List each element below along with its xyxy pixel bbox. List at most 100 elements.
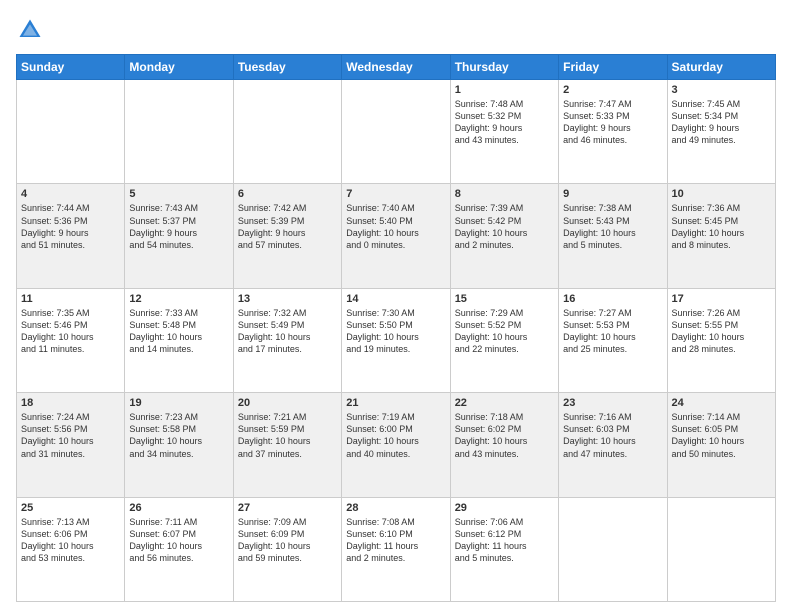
- day-info: Sunrise: 7:19 AM Sunset: 6:00 PM Dayligh…: [346, 411, 445, 460]
- day-info: Sunrise: 7:27 AM Sunset: 5:53 PM Dayligh…: [563, 307, 662, 356]
- day-info: Sunrise: 7:33 AM Sunset: 5:48 PM Dayligh…: [129, 307, 228, 356]
- header-row: SundayMondayTuesdayWednesdayThursdayFrid…: [17, 55, 776, 80]
- day-number: 6: [238, 188, 337, 200]
- calendar-cell: 26Sunrise: 7:11 AM Sunset: 6:07 PM Dayli…: [125, 497, 233, 601]
- day-number: 19: [129, 397, 228, 409]
- day-info: Sunrise: 7:23 AM Sunset: 5:58 PM Dayligh…: [129, 411, 228, 460]
- calendar-cell: 21 Sunrise: 7:19 AM Sunset: 6:00 PM Dayli…: [342, 393, 450, 497]
- week-row-0: 1 Sunrise: 7:48 AM Sunset: 5:32 PM Daylig…: [17, 80, 776, 184]
- logo: [16, 16, 48, 44]
- day-number: 23: [563, 397, 662, 409]
- week-row-1: 4 Sunrise: 7:44 AM Sunset: 5:36 PM Daylig…: [17, 184, 776, 288]
- page: SundayMondayTuesdayWednesdayThursdayFrid…: [0, 0, 792, 612]
- day-number: 22: [455, 397, 554, 409]
- day-info: Sunrise: 7:32 AM Sunset: 5:49 PM Dayligh…: [238, 307, 337, 356]
- day-info: Sunrise: 7:36 AM Sunset: 5:45 PM Dayligh…: [672, 202, 771, 251]
- calendar-cell: [17, 80, 125, 184]
- day-info: Sunrise: 7:13 AM Sunset: 6:06 PM Dayligh…: [21, 516, 120, 565]
- calendar-table: SundayMondayTuesdayWednesdayThursdayFrid…: [16, 54, 776, 602]
- day-info: Sunrise: 7:40 AM Sunset: 5:40 PM Dayligh…: [346, 202, 445, 251]
- week-row-3: 18 Sunrise: 7:24 AM Sunset: 5:56 PM Dayli…: [17, 393, 776, 497]
- calendar-cell: 14 Sunrise: 7:30 AM Sunset: 5:50 PM Dayli…: [342, 288, 450, 392]
- calendar-cell: 7 Sunrise: 7:40 AM Sunset: 5:40 PM Daylig…: [342, 184, 450, 288]
- calendar-cell: 8 Sunrise: 7:39 AM Sunset: 5:42 PM Daylig…: [450, 184, 558, 288]
- day-number: 15: [455, 293, 554, 305]
- header: [16, 16, 776, 44]
- day-number: 28: [346, 502, 445, 514]
- day-number: 21: [346, 397, 445, 409]
- calendar-cell: 29Sunrise: 7:06 AM Sunset: 6:12 PM Dayli…: [450, 497, 558, 601]
- day-info: Sunrise: 7:47 AM Sunset: 5:33 PM Dayligh…: [563, 98, 662, 147]
- day-info: Sunrise: 7:24 AM Sunset: 5:56 PM Dayligh…: [21, 411, 120, 460]
- day-info: Sunrise: 7:44 AM Sunset: 5:36 PM Dayligh…: [21, 202, 120, 251]
- day-info: Sunrise: 7:39 AM Sunset: 5:42 PM Dayligh…: [455, 202, 554, 251]
- day-number: 26: [129, 502, 228, 514]
- calendar-cell: [233, 80, 341, 184]
- calendar-cell: [125, 80, 233, 184]
- day-info: Sunrise: 7:48 AM Sunset: 5:32 PM Dayligh…: [455, 98, 554, 147]
- calendar-cell: 28 Sunrise: 7:08 AM Sunset: 6:10 PM Dayli…: [342, 497, 450, 601]
- calendar-cell: 1 Sunrise: 7:48 AM Sunset: 5:32 PM Daylig…: [450, 80, 558, 184]
- week-row-2: 11 Sunrise: 7:35 AM Sunset: 5:46 PM Dayli…: [17, 288, 776, 392]
- calendar-cell: 6Sunrise: 7:42 AM Sunset: 5:39 PM Daylig…: [233, 184, 341, 288]
- calendar-cell: [342, 80, 450, 184]
- calendar-cell: 19 Sunrise: 7:23 AM Sunset: 5:58 PM Dayli…: [125, 393, 233, 497]
- day-number: 2: [563, 84, 662, 96]
- day-number: 1: [455, 84, 554, 96]
- calendar-cell: 22Sunrise: 7:18 AM Sunset: 6:02 PM Dayli…: [450, 393, 558, 497]
- day-info: Sunrise: 7:14 AM Sunset: 6:05 PM Dayligh…: [672, 411, 771, 460]
- day-header-thursday: Thursday: [450, 55, 558, 80]
- day-info: Sunrise: 7:21 AM Sunset: 5:59 PM Dayligh…: [238, 411, 337, 460]
- day-number: 10: [672, 188, 771, 200]
- day-info: Sunrise: 7:30 AM Sunset: 5:50 PM Dayligh…: [346, 307, 445, 356]
- day-number: 20: [238, 397, 337, 409]
- day-number: 7: [346, 188, 445, 200]
- day-info: Sunrise: 7:38 AM Sunset: 5:43 PM Dayligh…: [563, 202, 662, 251]
- day-number: 4: [21, 188, 120, 200]
- day-info: Sunrise: 7:16 AM Sunset: 6:03 PM Dayligh…: [563, 411, 662, 460]
- day-info: Sunrise: 7:45 AM Sunset: 5:34 PM Dayligh…: [672, 98, 771, 147]
- day-number: 16: [563, 293, 662, 305]
- calendar-cell: 9 Sunrise: 7:38 AM Sunset: 5:43 PM Daylig…: [559, 184, 667, 288]
- calendar-cell: 24Sunrise: 7:14 AM Sunset: 6:05 PM Dayli…: [667, 393, 775, 497]
- calendar-cell: 17Sunrise: 7:26 AM Sunset: 5:55 PM Dayli…: [667, 288, 775, 392]
- calendar-cell: 15 Sunrise: 7:29 AM Sunset: 5:52 PM Dayli…: [450, 288, 558, 392]
- day-info: Sunrise: 7:29 AM Sunset: 5:52 PM Dayligh…: [455, 307, 554, 356]
- day-header-saturday: Saturday: [667, 55, 775, 80]
- calendar-cell: 27Sunrise: 7:09 AM Sunset: 6:09 PM Dayli…: [233, 497, 341, 601]
- calendar-cell: 3Sunrise: 7:45 AM Sunset: 5:34 PM Daylig…: [667, 80, 775, 184]
- day-number: 29: [455, 502, 554, 514]
- day-header-monday: Monday: [125, 55, 233, 80]
- day-header-friday: Friday: [559, 55, 667, 80]
- calendar-cell: 16 Sunrise: 7:27 AM Sunset: 5:53 PM Dayli…: [559, 288, 667, 392]
- day-info: Sunrise: 7:35 AM Sunset: 5:46 PM Dayligh…: [21, 307, 120, 356]
- week-row-4: 25Sunrise: 7:13 AM Sunset: 6:06 PM Dayli…: [17, 497, 776, 601]
- day-number: 8: [455, 188, 554, 200]
- day-header-sunday: Sunday: [17, 55, 125, 80]
- day-number: 9: [563, 188, 662, 200]
- day-header-wednesday: Wednesday: [342, 55, 450, 80]
- calendar-cell: [559, 497, 667, 601]
- calendar-cell: 20 Sunrise: 7:21 AM Sunset: 5:59 PM Dayli…: [233, 393, 341, 497]
- calendar-cell: 5 Sunrise: 7:43 AM Sunset: 5:37 PM Daylig…: [125, 184, 233, 288]
- calendar-cell: 25Sunrise: 7:13 AM Sunset: 6:06 PM Dayli…: [17, 497, 125, 601]
- calendar-cell: 11 Sunrise: 7:35 AM Sunset: 5:46 PM Dayli…: [17, 288, 125, 392]
- day-info: Sunrise: 7:08 AM Sunset: 6:10 PM Dayligh…: [346, 516, 445, 565]
- day-header-tuesday: Tuesday: [233, 55, 341, 80]
- day-number: 13: [238, 293, 337, 305]
- day-number: 11: [21, 293, 120, 305]
- day-number: 14: [346, 293, 445, 305]
- calendar-cell: 2 Sunrise: 7:47 AM Sunset: 5:33 PM Daylig…: [559, 80, 667, 184]
- calendar-cell: 10 Sunrise: 7:36 AM Sunset: 5:45 PM Dayli…: [667, 184, 775, 288]
- day-number: 5: [129, 188, 228, 200]
- calendar-cell: 12 Sunrise: 7:33 AM Sunset: 5:48 PM Dayli…: [125, 288, 233, 392]
- calendar-cell: 4 Sunrise: 7:44 AM Sunset: 5:36 PM Daylig…: [17, 184, 125, 288]
- day-number: 17: [672, 293, 771, 305]
- calendar-cell: 23 Sunrise: 7:16 AM Sunset: 6:03 PM Dayli…: [559, 393, 667, 497]
- day-number: 12: [129, 293, 228, 305]
- day-info: Sunrise: 7:09 AM Sunset: 6:09 PM Dayligh…: [238, 516, 337, 565]
- logo-icon: [16, 16, 44, 44]
- calendar-cell: 13 Sunrise: 7:32 AM Sunset: 5:49 PM Dayli…: [233, 288, 341, 392]
- day-info: Sunrise: 7:43 AM Sunset: 5:37 PM Dayligh…: [129, 202, 228, 251]
- day-number: 18: [21, 397, 120, 409]
